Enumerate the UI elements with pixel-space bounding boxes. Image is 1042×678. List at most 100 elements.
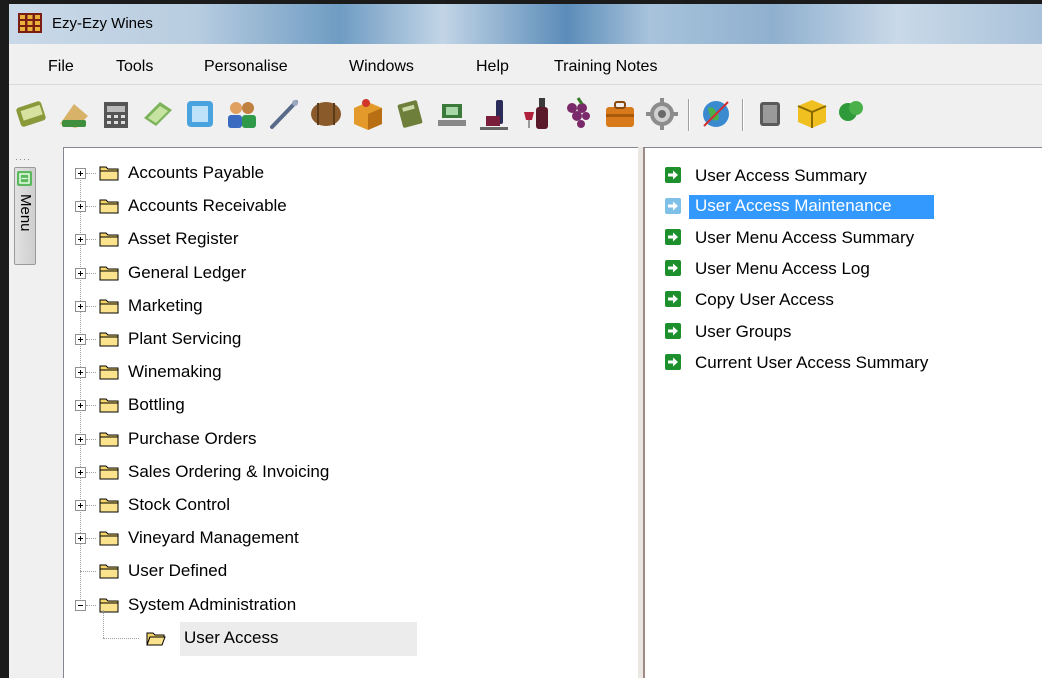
menu-training-notes[interactable]: Training Notes — [554, 58, 657, 76]
accounts-receivable-icon[interactable] — [54, 94, 94, 134]
expand-icon[interactable] — [75, 500, 86, 511]
side-menu-strip: ···· Menu — [9, 147, 36, 678]
tree-node-label: Accounts Receivable — [128, 196, 287, 216]
menu-option-label: Copy User Access — [695, 290, 834, 310]
expand-icon[interactable] — [75, 400, 86, 412]
tree-node-label: Asset Register — [128, 229, 239, 249]
tree-node[interactable]: Bottling — [64, 393, 638, 421]
tree-connector — [86, 339, 96, 340]
expand-icon[interactable] — [75, 433, 86, 445]
menu-personalise[interactable]: Personalise — [204, 58, 288, 76]
menu-option-label: User Menu Access Summary — [695, 228, 915, 248]
tree-node[interactable]: General Ledger — [64, 261, 638, 289]
tree-node[interactable]: Marketing — [64, 294, 638, 322]
menu-tree-panel[interactable]: Accounts Payable Accounts Receivable Asset… — [63, 147, 638, 678]
accounts-payable-icon[interactable] — [12, 94, 52, 134]
winemaking-tools-icon[interactable] — [264, 94, 304, 134]
purchase-orders-icon[interactable] — [390, 94, 430, 134]
tree-node-label: User Access — [184, 627, 279, 647]
tree-node[interactable]: User Defined — [64, 559, 638, 587]
menu-tools[interactable]: Tools — [116, 58, 153, 76]
tree-node-label: Vineyard Management — [128, 528, 299, 548]
title-bar[interactable]: Ezy-Ezy Wines — [9, 4, 1042, 44]
menu-file[interactable]: File — [48, 58, 74, 76]
expand-icon[interactable] — [75, 466, 86, 478]
folder-icon — [99, 266, 119, 281]
tree-node-label: System Administration — [128, 594, 297, 614]
arrow-right-icon — [665, 291, 681, 308]
menu-options-panel[interactable]: User Access Summary User Access Maintenan… — [643, 147, 1042, 678]
expand-icon[interactable] — [75, 367, 86, 379]
folder-icon — [99, 598, 119, 613]
gear-icon[interactable] — [642, 94, 682, 134]
tree-node[interactable]: Plant Servicing — [64, 327, 638, 355]
tree-node[interactable]: Winemaking — [64, 360, 638, 388]
box-icon[interactable] — [792, 94, 832, 134]
menu-option-item[interactable]: Current User Access Summary — [659, 349, 1039, 377]
expand-icon[interactable] — [75, 201, 86, 213]
tree-node[interactable]: Asset Register — [64, 227, 638, 255]
tree-node[interactable]: System Administration — [64, 593, 638, 621]
menu-option-item[interactable]: User Menu Access Summary — [659, 224, 1039, 252]
tree-connector — [86, 272, 96, 274]
barrel-icon[interactable] — [306, 94, 346, 134]
expand-icon[interactable] — [75, 267, 86, 279]
grip-handle[interactable]: ···· — [15, 154, 31, 164]
tree-node[interactable]: Vineyard Management — [64, 526, 638, 554]
expand-icon[interactable] — [75, 300, 86, 312]
folder-icon — [99, 166, 119, 181]
menu-option-label: User Access Summary — [695, 166, 867, 185]
menu-help[interactable]: Help — [476, 58, 509, 76]
tree-node-label: Plant Servicing — [128, 329, 242, 348]
expand-icon[interactable] — [75, 533, 86, 545]
database-icon[interactable] — [750, 94, 790, 134]
menu-option-item[interactable]: User Groups — [659, 318, 1039, 346]
tree-connector — [86, 405, 96, 407]
folder-icon — [99, 531, 119, 546]
tree-node[interactable]: Stock Control — [64, 493, 638, 521]
menu-option-item[interactable]: User Access Summary — [659, 162, 1039, 190]
arrow-right-icon — [665, 322, 681, 339]
menu-windows[interactable]: Windows — [349, 58, 414, 76]
wine-icon[interactable] — [516, 94, 556, 134]
expand-icon[interactable] — [75, 334, 86, 345]
tree-connector — [86, 206, 96, 208]
tree-node-selected[interactable]: User Access — [64, 621, 638, 656]
collapse-icon[interactable] — [75, 599, 86, 611]
grapes-icon[interactable] — [558, 94, 598, 134]
tree-node[interactable]: Accounts Receivable — [64, 194, 638, 222]
tree-connector — [86, 505, 96, 506]
expand-icon[interactable] — [75, 168, 86, 179]
stock-control-icon[interactable] — [474, 94, 514, 134]
general-ledger-icon[interactable] — [138, 94, 178, 134]
bottling-icon[interactable] — [348, 94, 388, 134]
tree-node[interactable]: Accounts Payable — [64, 161, 638, 189]
briefcase-icon[interactable] — [600, 94, 640, 134]
menu-bar: File Tools Personalise Windows Help Trai… — [9, 44, 1042, 85]
menu-option-item[interactable]: User Access Maintenance — [659, 193, 1039, 221]
folder-icon — [99, 232, 119, 247]
plant-servicing-icon[interactable] — [222, 94, 262, 134]
tree-connector — [86, 239, 96, 241]
asset-register-icon[interactable] — [96, 94, 136, 134]
tree-connector — [86, 173, 96, 174]
tree-node[interactable]: Purchase Orders — [64, 427, 638, 455]
expand-icon[interactable] — [75, 234, 86, 246]
tree-node[interactable]: Sales Ordering & Invoicing — [64, 460, 638, 488]
tree-connector — [103, 637, 139, 639]
tree-connector — [80, 571, 96, 573]
globe-icon[interactable] — [696, 94, 736, 134]
app-window: Ezy-Ezy Wines File Tools Personalise Win… — [0, 0, 1042, 678]
folder-icon — [99, 199, 119, 214]
toolbar-separator — [742, 99, 744, 131]
menu-option-item[interactable]: User Menu Access Log — [659, 255, 1039, 283]
tree-connector — [86, 538, 96, 540]
arrow-right-icon — [665, 353, 681, 370]
menu-tab[interactable]: Menu — [14, 167, 36, 265]
vineyard-icon[interactable] — [834, 94, 874, 134]
marketing-icon[interactable] — [180, 94, 220, 134]
sales-icon[interactable] — [432, 94, 472, 134]
menu-tab-label: Menu — [17, 194, 34, 232]
menu-option-item[interactable]: Copy User Access — [659, 286, 1039, 314]
menu-option-label: Current User Access Summary — [695, 352, 929, 372]
